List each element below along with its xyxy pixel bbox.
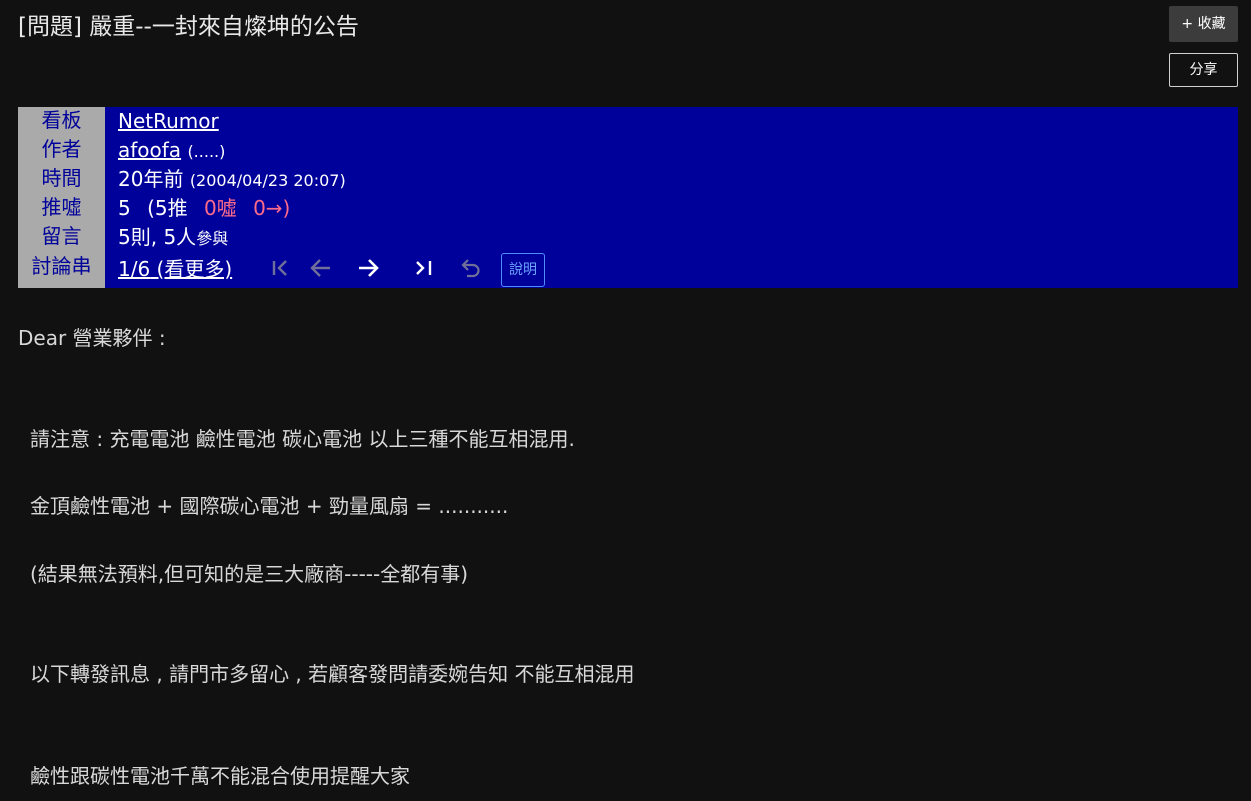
time-exact: (2004/04/23 20:07): [189, 171, 346, 190]
meta-label-column: 看板 作者 時間 推噓 留言 討論串: [18, 107, 105, 288]
meta-label-board: 看板: [41, 108, 82, 132]
meta-label-time: 時間: [41, 166, 82, 190]
comments-count: 5則,: [118, 225, 158, 249]
meta-author-row: afoofa (.....): [118, 137, 225, 165]
push-count: (5推: [147, 196, 188, 220]
arrow-left-icon[interactable]: [308, 255, 334, 281]
thread-position-link[interactable]: 1/6 (看更多): [118, 257, 232, 281]
meta-score-row: 5 (5推 0噓 0→): [118, 195, 290, 221]
undo-icon[interactable]: [458, 255, 484, 281]
meta-comments-row: 5則, 5人參與: [118, 224, 228, 252]
meta-board-row: NetRumor: [118, 108, 219, 134]
meta-thread-row: 1/6 (看更多): [118, 256, 232, 282]
time-ago: 20年前: [118, 167, 184, 191]
thread-position: 1/6: [118, 257, 151, 281]
author-link[interactable]: afoofa: [118, 138, 181, 162]
meta-time-row: 20年前 (2004/04/23 20:07): [118, 166, 346, 194]
participants-count: 5人: [163, 225, 197, 249]
share-button[interactable]: 分享: [1169, 53, 1238, 87]
meta-label-comments: 留言: [41, 224, 82, 248]
content-line-forward: 以下轉發訊息 , 請門市多留心 , 若顧客發問請委婉告知 不能互相混用: [30, 662, 635, 686]
meta-label-author: 作者: [41, 137, 82, 161]
content-line-reminder: 鹼性跟碳性電池千萬不能混合使用提醒大家: [30, 764, 410, 788]
content-line-greeting: Dear 營業夥伴 :: [18, 326, 166, 350]
board-link[interactable]: NetRumor: [118, 109, 219, 133]
meta-label-thread: 討論串: [31, 254, 92, 278]
post-title: [問題] 嚴重--一封來自燦坤的公告: [18, 14, 359, 40]
favorite-button[interactable]: + 收藏: [1169, 6, 1238, 42]
score-total: 5: [118, 196, 131, 220]
arrow-count: 0→): [253, 196, 291, 220]
first-page-icon[interactable]: [268, 255, 294, 281]
last-page-icon[interactable]: [411, 255, 437, 281]
arrow-right-icon[interactable]: [356, 255, 382, 281]
content-line-notice: 請注意 : 充電電池 鹼性電池 碳心電池 以上三種不能互相混用.: [30, 427, 575, 451]
author-nickname: (.....): [187, 142, 226, 161]
boo-count: 0噓: [203, 196, 237, 220]
content-line-result: (結果無法預料,但可知的是三大廠商-----全都有事): [30, 562, 469, 586]
post-meta-panel: 看板 作者 時間 推噓 留言 討論串 NetRumor afoofa (....…: [18, 107, 1238, 288]
thread-more: (看更多): [156, 257, 233, 281]
meta-label-score: 推噓: [41, 195, 82, 219]
participants-suffix: 參與: [196, 229, 229, 248]
content-line-equation: 金頂鹼性電池 + 國際碳心電池 + 勁量風扇 = ...........: [30, 494, 509, 518]
help-button[interactable]: 說明: [501, 253, 545, 287]
